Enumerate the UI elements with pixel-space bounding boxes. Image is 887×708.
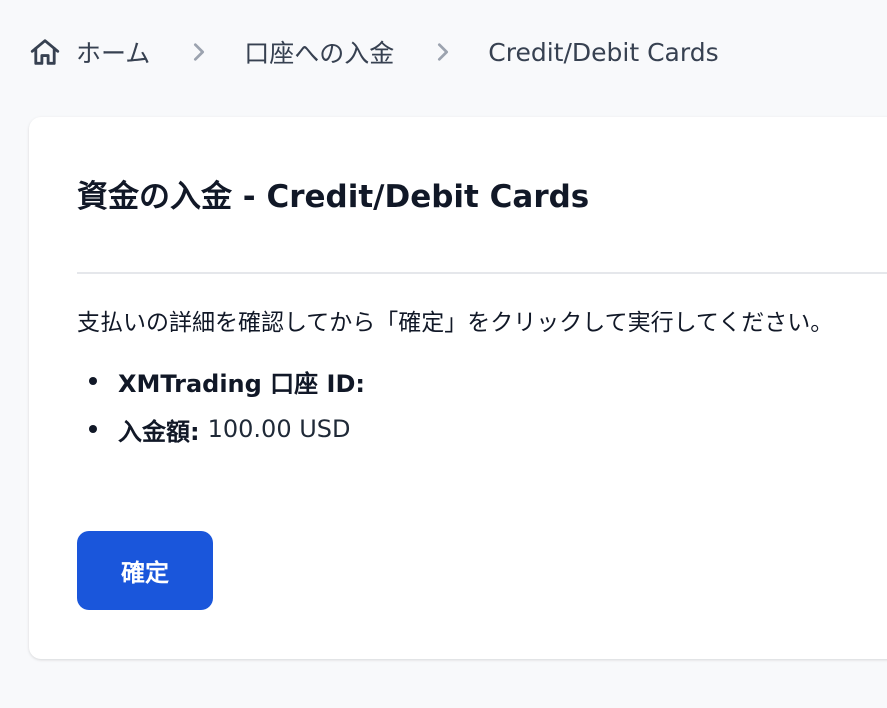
chevron-right-icon — [432, 41, 454, 63]
page-title: 資金の入金 - Credit/Debit Cards — [77, 179, 590, 215]
bullet — [89, 377, 97, 385]
breadcrumb-home-label: ホーム — [76, 39, 151, 68]
detail-value: 100.00 USD — [207, 415, 351, 443]
payment-details-list: XMTrading 口座 ID: 入金額: 100.00 USD — [89, 357, 373, 453]
detail-label: 入金額: — [118, 417, 200, 446]
bullet — [89, 425, 97, 433]
breadcrumb-home-link[interactable]: ホーム — [28, 34, 150, 70]
detail-account-id: XMTrading 口座 ID: — [89, 357, 373, 405]
divider — [77, 272, 887, 274]
breadcrumb-current: Credit/Debit Cards — [488, 37, 719, 67]
deposit-card: 資金の入金 - Credit/Debit Cards 支払いの詳細を確認してから… — [29, 117, 887, 659]
instruction-text: 支払いの詳細を確認してから「確定」をクリックして実行してください。 — [77, 310, 834, 336]
breadcrumb-deposit-link[interactable]: 口座への入金 — [244, 34, 394, 70]
confirm-button[interactable]: 確定 — [77, 531, 213, 610]
home-icon — [28, 35, 62, 69]
detail-label: XMTrading 口座 ID: — [118, 369, 365, 398]
chevron-right-icon — [188, 41, 210, 63]
detail-amount: 入金額: 100.00 USD — [89, 405, 373, 453]
breadcrumb: ホーム 口座への入金 Credit/Debit Cards — [28, 30, 719, 74]
